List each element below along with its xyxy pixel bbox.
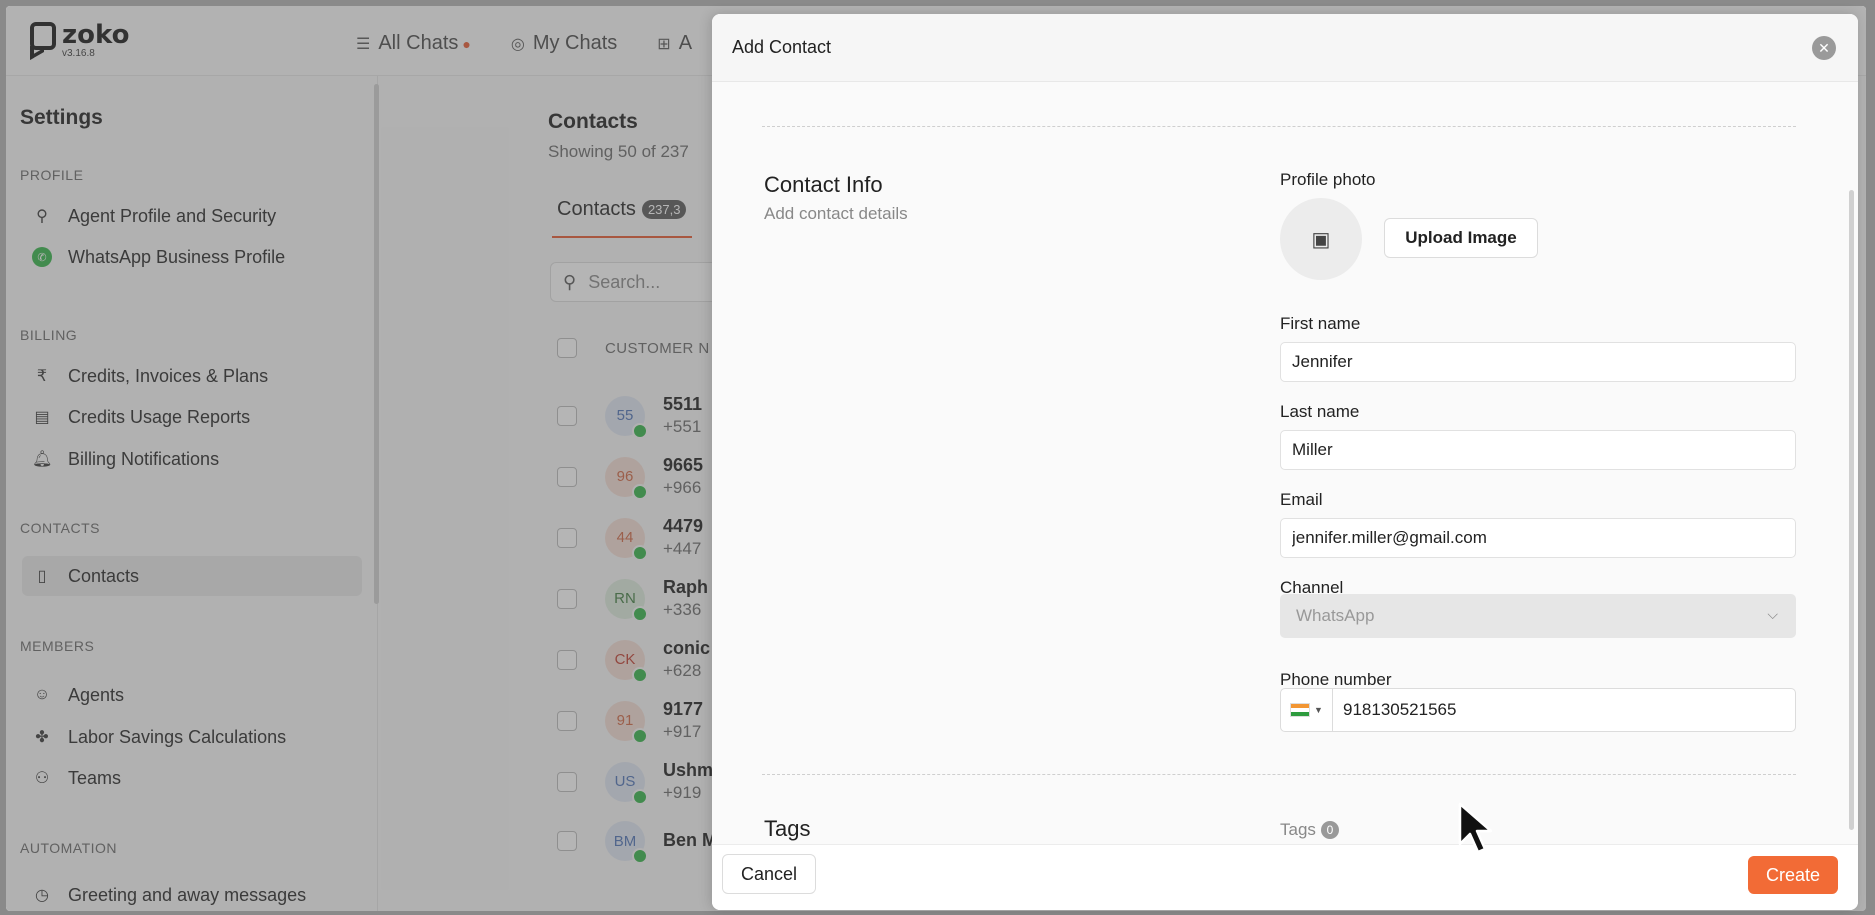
first-name-field[interactable]	[1280, 342, 1796, 382]
email-field[interactable]	[1280, 518, 1796, 558]
modal-footer: Cancel Create	[712, 844, 1858, 910]
image-icon: ▣	[1311, 228, 1331, 251]
tags-count-badge: 0	[1320, 821, 1339, 839]
country-code-select[interactable]: ▼	[1281, 689, 1333, 731]
tags-label-group: Tags 0	[1280, 820, 1339, 840]
india-flag-icon	[1290, 703, 1311, 717]
modal-header: Add Contact ✕	[712, 14, 1858, 82]
last-name-label: Last name	[1280, 402, 1360, 421]
create-button[interactable]: Create	[1748, 856, 1838, 894]
first-name-label: First name	[1280, 314, 1361, 333]
cancel-button[interactable]: Cancel	[722, 854, 816, 894]
caret-down-icon: ▼	[1314, 705, 1323, 715]
add-contact-modal: Add Contact ✕ Contact Info Add contact d…	[712, 14, 1858, 910]
chevron-down-icon: ⌵	[1767, 606, 1778, 622]
last-name-field[interactable]	[1280, 430, 1796, 470]
divider	[762, 126, 1796, 127]
contact-info-title: Contact Info	[764, 172, 883, 197]
profile-photo-placeholder[interactable]: ▣	[1280, 198, 1362, 280]
phone-number-group: ▼	[1280, 688, 1796, 732]
phone-number-field[interactable]	[1333, 700, 1773, 720]
tags-title: Tags	[764, 816, 811, 841]
email-label: Email	[1280, 490, 1323, 509]
channel-value: WhatsApp	[1296, 606, 1375, 625]
modal-title: Add Contact	[732, 37, 832, 57]
contact-info-subtitle: Add contact details	[764, 204, 908, 223]
mouse-cursor-icon	[1458, 802, 1493, 854]
phone-label: Phone number	[1280, 670, 1392, 689]
profile-photo-label: Profile photo	[1280, 170, 1376, 189]
upload-image-button[interactable]: Upload Image	[1384, 218, 1538, 258]
tags-label: Tags	[1280, 820, 1316, 839]
channel-select[interactable]: WhatsApp ⌵	[1280, 594, 1796, 638]
close-icon[interactable]: ✕	[1812, 36, 1836, 60]
divider	[762, 774, 1796, 775]
modal-scrollbar[interactable]	[1849, 190, 1854, 830]
